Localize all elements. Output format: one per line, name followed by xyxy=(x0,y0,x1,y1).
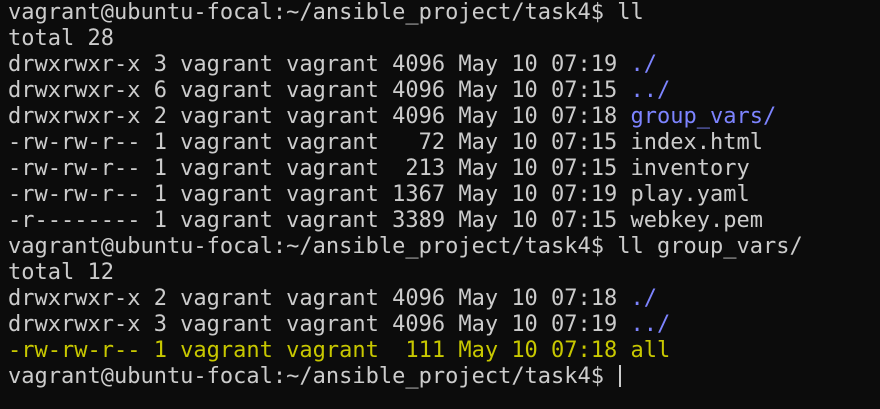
listing-row: drwxrwxr-x 3 vagrant vagrant 4096 May 10… xyxy=(8,312,880,338)
listing-row: -rw-rw-r-- 1 vagrant vagrant 72 May 10 0… xyxy=(8,130,880,156)
directory-name: group_vars xyxy=(630,104,763,129)
listing-row: -r-------- 1 vagrant vagrant 3389 May 10… xyxy=(8,208,880,234)
file-meta: drwxrwxr-x 2 vagrant vagrant 4096 May 10… xyxy=(8,104,631,129)
file-meta: drwxrwxr-x 3 vagrant vagrant 4096 May 10… xyxy=(8,52,631,77)
directory-name: ../ xyxy=(630,312,671,337)
prompt-line: vagrant@ubuntu-focal:~/ansible_project/t… xyxy=(8,234,803,259)
file-name: webkey.pem xyxy=(630,208,763,233)
directory-suffix: / xyxy=(762,104,777,129)
prompt-line: vagrant@ubuntu-focal:~/ansible_project/t… xyxy=(8,0,644,25)
file-name: play.yaml xyxy=(630,182,750,207)
total-line: total 12 xyxy=(8,260,114,285)
listing-row: drwxrwxr-x 2 vagrant vagrant 4096 May 10… xyxy=(8,286,880,312)
file-meta: drwxrwxr-x 3 vagrant vagrant 4096 May 10… xyxy=(8,312,631,337)
file-meta: -rw-rw-r-- 1 vagrant vagrant 1367 May 10… xyxy=(8,182,631,207)
listing-row: -rw-rw-r-- 1 vagrant vagrant 1367 May 10… xyxy=(8,182,880,208)
terminal-window[interactable]: vagrant@ubuntu-focal:~/ansible_project/t… xyxy=(0,0,880,409)
file-name: inventory xyxy=(630,156,750,181)
prompt-text: vagrant@ubuntu-focal:~/ansible_project/t… xyxy=(8,364,618,389)
text-cursor xyxy=(619,365,622,387)
listing-row: drwxrwxr-x 3 vagrant vagrant 4096 May 10… xyxy=(8,52,880,78)
file-meta: -rw-rw-r-- 1 vagrant vagrant 213 May 10 … xyxy=(8,156,631,181)
listing-row: -rw-rw-r-- 1 vagrant vagrant 213 May 10 … xyxy=(8,156,880,182)
listing-row: drwxrwxr-x 6 vagrant vagrant 4096 May 10… xyxy=(8,78,880,104)
file-meta: -rw-rw-r-- 1 vagrant vagrant 72 May 10 0… xyxy=(8,130,631,155)
file-meta: drwxrwxr-x 6 vagrant vagrant 4096 May 10… xyxy=(8,78,631,103)
file-meta: -r-------- 1 vagrant vagrant 3389 May 10… xyxy=(8,208,631,233)
file-meta: drwxrwxr-x 2 vagrant vagrant 4096 May 10… xyxy=(8,286,631,311)
highlighted-listing-row: -rw-rw-r-- 1 vagrant vagrant 111 May 10 … xyxy=(8,338,671,363)
listing-row: drwxrwxr-x 2 vagrant vagrant 4096 May 10… xyxy=(8,104,880,130)
file-name: index.html xyxy=(630,130,763,155)
directory-name: ./ xyxy=(630,286,658,311)
directory-name: ./ xyxy=(630,52,658,77)
active-prompt-line[interactable]: vagrant@ubuntu-focal:~/ansible_project/t… xyxy=(8,364,880,390)
directory-name: ../ xyxy=(630,78,671,103)
total-line: total 28 xyxy=(8,26,114,51)
